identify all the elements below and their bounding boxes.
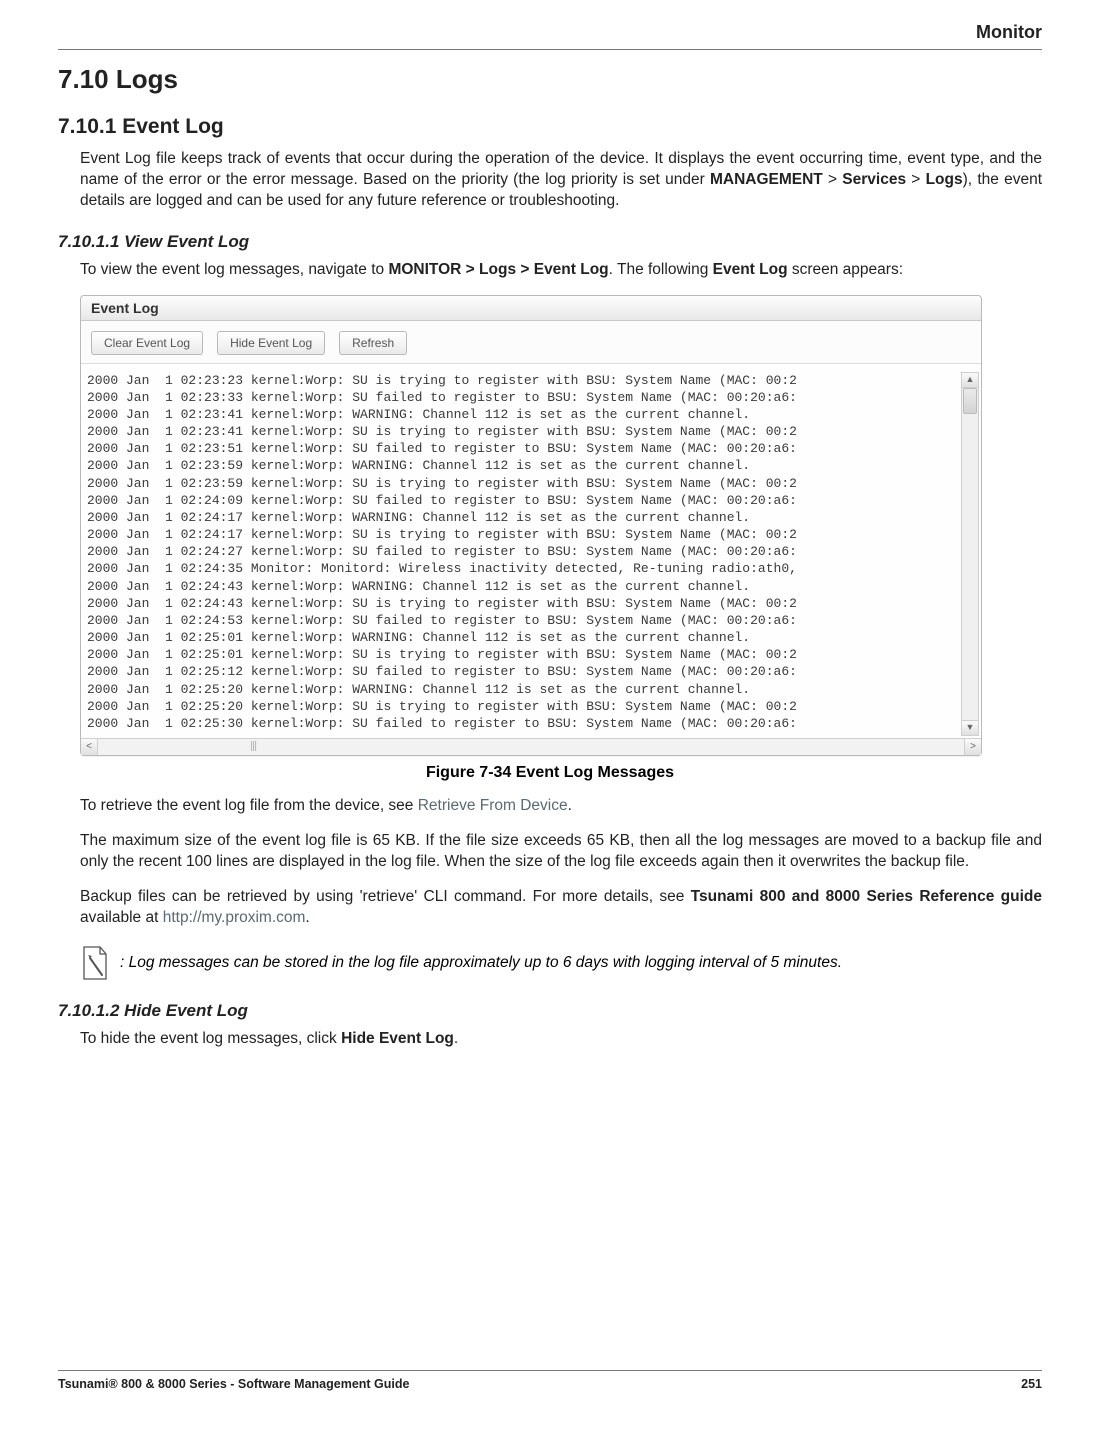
note-text: : Log messages can be stored in the log … bbox=[120, 954, 842, 972]
nav-path: MONITOR > Logs > Event Log bbox=[388, 261, 608, 278]
text: To retrieve the event log file from the … bbox=[80, 797, 418, 814]
text: . bbox=[568, 797, 572, 814]
retrieve-paragraph: To retrieve the event log file from the … bbox=[80, 796, 1042, 817]
log-lines: 2000 Jan 1 02:23:23 kernel:Worp: SU is t… bbox=[87, 372, 975, 736]
screen-name: Event Log bbox=[713, 261, 788, 278]
text: . The following bbox=[609, 261, 713, 278]
retrieve-from-device-link[interactable]: Retrieve From Device bbox=[418, 797, 568, 814]
text: To hide the event log messages, click bbox=[80, 1030, 341, 1047]
text: > bbox=[906, 171, 926, 188]
clear-event-log-button[interactable]: Clear Event Log bbox=[91, 331, 203, 355]
path-logs: Logs bbox=[926, 171, 963, 188]
heading-logs: 7.10 Logs bbox=[58, 64, 1042, 95]
path-management: MANAGEMENT bbox=[710, 171, 823, 188]
page-footer: Tsunami® 800 & 8000 Series - Software Ma… bbox=[58, 1370, 1042, 1391]
note-row: : Log messages can be stored in the log … bbox=[80, 945, 1042, 981]
proxim-link[interactable]: http://my.proxim.com bbox=[163, 909, 306, 926]
heading-hide-event-log: 7.10.1.2 Hide Event Log bbox=[58, 1001, 1042, 1021]
hide-event-log-button[interactable]: Hide Event Log bbox=[217, 331, 325, 355]
scroll-right-icon[interactable]: > bbox=[964, 739, 981, 755]
scroll-grip-icon bbox=[251, 741, 257, 751]
scroll-up-icon[interactable]: ▲ bbox=[962, 373, 978, 388]
text: . bbox=[305, 909, 309, 926]
scroll-left-icon[interactable]: < bbox=[81, 739, 98, 755]
page-number: 251 bbox=[1021, 1377, 1042, 1391]
backup-files-paragraph: Backup files can be retrieved by using '… bbox=[80, 887, 1042, 929]
text: > bbox=[823, 171, 843, 188]
page-section: Monitor bbox=[58, 22, 1042, 43]
event-log-intro: Event Log file keeps track of events tha… bbox=[80, 149, 1042, 212]
reference-guide-title: Tsunami 800 and 8000 Series Reference gu… bbox=[691, 888, 1042, 905]
vertical-scrollbar[interactable]: ▲ ▼ bbox=[961, 372, 979, 736]
footer-title: Tsunami® 800 & 8000 Series - Software Ma… bbox=[58, 1377, 409, 1391]
view-event-log-lead: To view the event log messages, navigate… bbox=[80, 260, 1042, 281]
header-rule bbox=[58, 49, 1042, 50]
scroll-down-icon[interactable]: ▼ bbox=[962, 720, 978, 735]
text: . bbox=[454, 1030, 458, 1047]
scroll-thumb[interactable] bbox=[963, 388, 977, 414]
max-size-paragraph: The maximum size of the event log file i… bbox=[80, 831, 1042, 873]
panel-title: Event Log bbox=[81, 296, 981, 321]
event-log-toolbar: Clear Event Log Hide Event Log Refresh bbox=[81, 321, 981, 364]
heading-event-log: 7.10.1 Event Log bbox=[58, 115, 1042, 139]
hide-event-log-text: To hide the event log messages, click Hi… bbox=[80, 1029, 1042, 1050]
text: To view the event log messages, navigate… bbox=[80, 261, 388, 278]
event-log-screenshot: Event Log Clear Event Log Hide Event Log… bbox=[80, 295, 982, 756]
note-icon bbox=[80, 945, 110, 981]
text: Backup files can be retrieved by using '… bbox=[80, 888, 691, 905]
heading-view-event-log: 7.10.1.1 View Event Log bbox=[58, 232, 1042, 252]
path-services: Services bbox=[842, 171, 906, 188]
figure-caption: Figure 7-34 Event Log Messages bbox=[58, 764, 1042, 782]
horizontal-scrollbar[interactable]: < > bbox=[81, 738, 981, 755]
hide-event-log-label: Hide Event Log bbox=[341, 1030, 454, 1047]
text: screen appears: bbox=[788, 261, 903, 278]
text: available at bbox=[80, 909, 163, 926]
log-viewport: 2000 Jan 1 02:23:23 kernel:Worp: SU is t… bbox=[81, 364, 981, 738]
refresh-button[interactable]: Refresh bbox=[339, 331, 407, 355]
